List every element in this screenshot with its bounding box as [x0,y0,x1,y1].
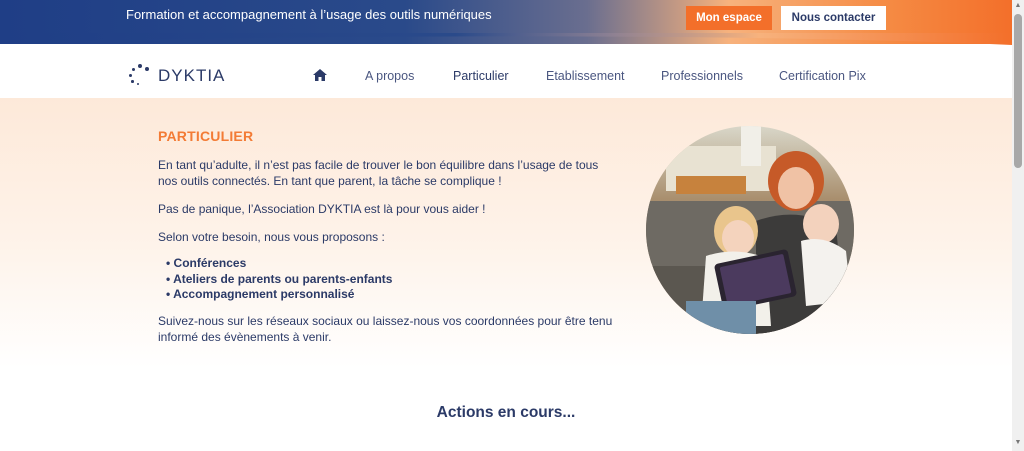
main-nav: DYKTIA A propos Particulier Etablissemen… [0,48,1012,98]
list-item: Conférences [166,256,392,272]
particulier-section: PARTICULIER En tant qu’adulte, il n’est … [0,98,1012,368]
nav-item-particulier[interactable]: Particulier [453,69,509,83]
logo-text: DYKTIA [158,66,226,85]
list-item: Ateliers de parents ou parents-enfants [166,272,392,288]
intro-paragraph: En tant qu’adulte, il n’est pas facile d… [158,158,599,188]
banner-wave [0,33,1012,45]
page-title: PARTICULIER [158,128,254,144]
family-photo [646,126,854,334]
offer-intro: Selon votre besoin, nous vous proposons … [158,230,385,244]
home-icon[interactable] [313,69,327,81]
scroll-thumb[interactable] [1014,14,1022,168]
scroll-down-icon[interactable]: ▼ [1012,439,1024,449]
follow-paragraph: Suivez-nous sur les réseaux sociaux ou l… [158,314,613,344]
nav-item-a-propos[interactable]: A propos [365,69,414,83]
scrollbar[interactable]: ▲ ▼ [1012,0,1024,451]
offer-list: Conférences Ateliers de parents ou paren… [166,256,392,303]
nav-item-professionnels[interactable]: Professionnels [661,69,743,83]
logo-mark-icon [128,64,152,88]
logo[interactable]: DYKTIA [128,64,225,88]
reassurance-paragraph: Pas de panique, l’Association DYKTIA est… [158,202,486,216]
mon-espace-button[interactable]: Mon espace [686,6,772,30]
nav-item-certification-pix[interactable]: Certification Pix [779,69,866,83]
tagline: Formation et accompagnement à l’usage de… [126,7,492,22]
nav-item-etablissement[interactable]: Etablissement [546,69,625,83]
list-item: Accompagnement personnalisé [166,287,392,303]
actions-title: Actions en cours... [436,404,576,421]
scroll-up-icon[interactable]: ▲ [1012,2,1024,12]
nous-contacter-button[interactable]: Nous contacter [781,6,886,30]
